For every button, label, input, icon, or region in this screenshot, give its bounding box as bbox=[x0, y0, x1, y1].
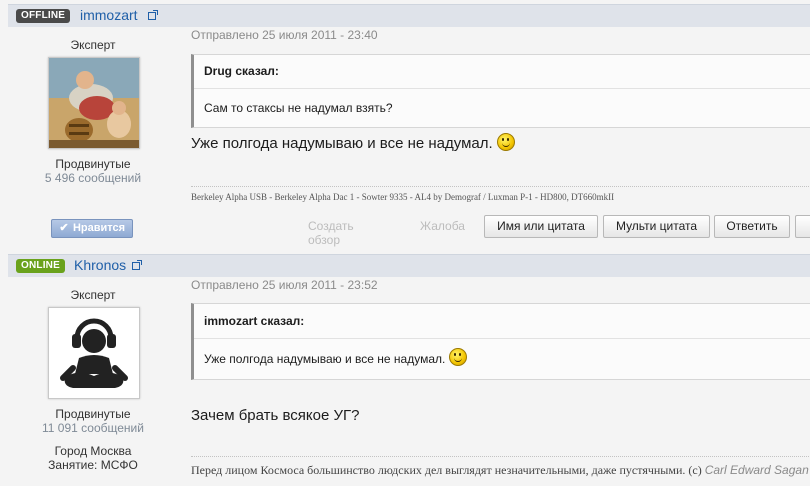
posts-count: 11 091 сообщений bbox=[42, 421, 144, 435]
quote-author: immozart сказал: bbox=[194, 304, 810, 339]
external-link-icon[interactable] bbox=[148, 10, 158, 20]
avatar-image bbox=[49, 58, 139, 148]
headphones-avatar-image bbox=[49, 308, 139, 398]
author-info: Эксперт bbox=[8, 38, 178, 52]
more-button[interactable] bbox=[795, 215, 810, 238]
signature-divider bbox=[191, 456, 810, 457]
username-link[interactable]: Khronos bbox=[74, 257, 126, 273]
signature: Перед лицом Космоса большинство людских … bbox=[191, 463, 809, 478]
user-rank: Эксперт bbox=[70, 38, 116, 52]
user-rank: Эксперт bbox=[70, 288, 116, 302]
multi-quote-button[interactable]: Мульти цитата bbox=[603, 215, 710, 238]
avatar[interactable] bbox=[48, 307, 140, 399]
post-header: ONLINE Khronos bbox=[8, 254, 810, 277]
user-group: Продвинутые bbox=[55, 157, 131, 171]
quote-author: Drug сказал: bbox=[194, 55, 810, 89]
user-group: Продвинутые bbox=[55, 407, 131, 421]
post-header: OFFLINE immozart bbox=[8, 4, 810, 27]
like-label: Нравится bbox=[72, 222, 126, 234]
status-badge: OFFLINE bbox=[16, 9, 71, 23]
quote-text: Сам то стаксы не надумал взять? bbox=[204, 101, 393, 115]
post-text: Зачем брать всякое УГ? bbox=[191, 407, 360, 424]
signature-divider bbox=[191, 186, 810, 187]
quote-name-button[interactable]: Имя или цитата bbox=[484, 215, 598, 238]
author-info: Эксперт bbox=[8, 288, 178, 302]
smiley-icon bbox=[448, 348, 467, 366]
post-khronos: ONLINE Khronos Эксперт Продвинутые 11 09… bbox=[0, 250, 810, 486]
reply-button[interactable]: Ответить bbox=[714, 215, 790, 238]
post-date: Отправлено 25 июля 2011 - 23:40 bbox=[191, 28, 378, 42]
author-stats: Продвинутые 5 496 сообщений bbox=[8, 157, 178, 185]
quote-text: Уже полгода надумываю и все не надумал. bbox=[204, 352, 446, 366]
status-badge: ONLINE bbox=[16, 259, 65, 273]
author-stats: Продвинутые 11 091 сообщений Город Москв… bbox=[8, 407, 178, 472]
quote-block: Drug сказал: Сам то стаксы не надумал вз… bbox=[191, 54, 810, 128]
avatar[interactable] bbox=[48, 57, 140, 149]
user-city: Город Москва bbox=[54, 444, 132, 458]
quote-body: Уже полгода надумываю и все не надумал. bbox=[194, 339, 810, 379]
signature-text: Перед лицом Космоса большинство людских … bbox=[191, 463, 702, 477]
signature-author[interactable]: Carl Edward Sagan bbox=[705, 463, 809, 477]
like-button[interactable]: ✔ Нравится bbox=[51, 219, 133, 238]
post-date: Отправлено 25 июля 2011 - 23:52 bbox=[191, 278, 378, 292]
checkmark-icon: ✔ bbox=[59, 222, 69, 234]
external-link-icon[interactable] bbox=[132, 260, 142, 270]
quote-block: immozart сказал: Уже полгода надумываю и… bbox=[191, 303, 810, 380]
create-review-link[interactable]: Создать обзор bbox=[308, 219, 354, 247]
post-body: Уже полгода надумываю и все не надумал. bbox=[191, 133, 515, 152]
username-link[interactable]: immozart bbox=[80, 7, 138, 23]
post-text: Уже полгода надумываю и все не надумал. bbox=[191, 135, 493, 152]
smiley-icon bbox=[496, 133, 515, 151]
signature: Berkeley Alpha USB - Berkeley Alpha Dac … bbox=[191, 192, 615, 202]
post-immozart: OFFLINE immozart Эксперт Продвинутые 5 4… bbox=[0, 0, 810, 250]
report-link[interactable]: Жалоба bbox=[420, 219, 465, 233]
posts-count: 5 496 сообщений bbox=[44, 171, 142, 185]
user-occupation: Занятие: МСФО bbox=[48, 458, 138, 472]
